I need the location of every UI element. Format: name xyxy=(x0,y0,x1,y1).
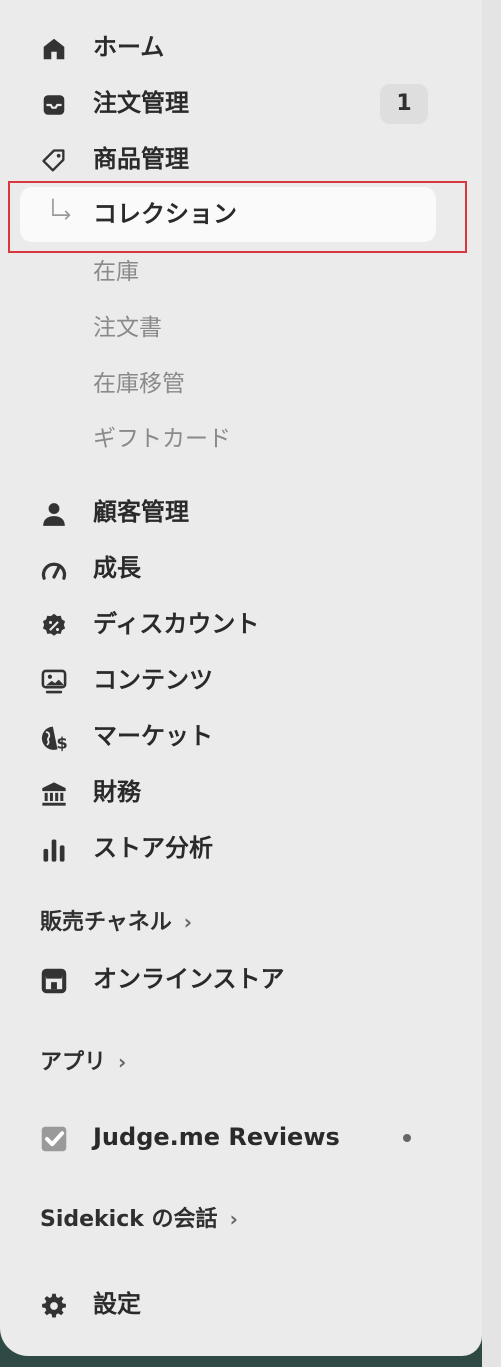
gear-icon xyxy=(40,1292,68,1320)
sales-channels-heading[interactable]: 販売チャネル › xyxy=(40,908,192,937)
nav-item-markets[interactable]: $ マーケット xyxy=(20,712,436,760)
judgeme-logo-icon xyxy=(40,1125,68,1153)
nav-subitem-transfers[interactable]: 在庫移管 xyxy=(93,370,185,398)
nav-item-label: ストア分析 xyxy=(93,834,213,862)
chevron-right-icon: › xyxy=(183,910,193,934)
nav-item-label: ホーム xyxy=(93,33,165,61)
nav-item-label: Judge.me Reviews xyxy=(93,1123,340,1151)
nav-item-analytics[interactable]: ストア分析 xyxy=(20,824,436,872)
discount-badge-icon xyxy=(40,612,68,640)
nav-item-marketing[interactable]: 成長 xyxy=(20,544,436,592)
nav-item-label: 商品管理 xyxy=(93,145,189,173)
person-icon xyxy=(40,500,68,528)
nav-item-orders[interactable]: 注文管理 xyxy=(20,79,436,127)
nav-subitem-purchase-orders[interactable]: 注文書 xyxy=(93,314,162,342)
gauge-icon xyxy=(40,556,68,584)
orders-count-badge: 1 xyxy=(380,84,428,124)
svg-text:$: $ xyxy=(56,734,67,753)
sales-channels-label: 販売チャネル xyxy=(40,910,172,935)
nav-item-label: マーケット xyxy=(93,722,213,750)
nav-item-label: 財務 xyxy=(93,778,141,806)
nav-item-label: 注文管理 xyxy=(93,89,189,117)
globe-dollar-icon: $ xyxy=(40,724,68,752)
nav-subitem-inventory[interactable]: 在庫 xyxy=(93,258,139,286)
nav-item-customers[interactable]: 顧客管理 xyxy=(20,488,436,536)
nav-item-discounts[interactable]: ディスカウント xyxy=(20,600,436,648)
nav-item-label: オンラインストア xyxy=(93,965,285,993)
nav-item-home[interactable]: ホーム xyxy=(20,23,436,71)
apps-heading[interactable]: アプリ › xyxy=(40,1048,126,1077)
chevron-right-icon: › xyxy=(118,1050,127,1074)
nav-item-label: 顧客管理 xyxy=(93,498,189,526)
tag-icon xyxy=(40,147,68,175)
nav-subitem-gift-cards[interactable]: ギフトカード xyxy=(93,425,231,453)
nav-item-label: 設定 xyxy=(93,1290,141,1318)
home-icon xyxy=(40,35,68,63)
sidekick-heading[interactable]: Sidekick の会話 › xyxy=(40,1205,238,1234)
nav-item-label: 成長 xyxy=(93,554,141,582)
apps-label: アプリ xyxy=(40,1050,107,1075)
inbox-icon xyxy=(40,91,68,119)
nav-item-judgeme-app[interactable]: Judge.me Reviews xyxy=(20,1113,436,1161)
nav-item-products[interactable]: 商品管理 xyxy=(20,135,436,183)
nav-item-finance[interactable]: 財務 xyxy=(20,768,436,816)
storefront-icon xyxy=(40,967,68,995)
unread-dot xyxy=(403,1134,411,1142)
chevron-right-icon: › xyxy=(229,1207,238,1231)
nav-item-online-store[interactable]: オンラインストア xyxy=(20,955,436,1003)
nav-item-label: ディスカウント xyxy=(93,610,260,638)
nav-item-settings[interactable]: 設定 xyxy=(20,1280,436,1328)
image-frame-icon xyxy=(40,668,68,696)
bar-chart-icon xyxy=(40,836,68,864)
nav-item-content[interactable]: コンテンツ xyxy=(20,656,436,704)
bank-icon xyxy=(40,780,68,808)
sidekick-label: Sidekick の会話 xyxy=(40,1207,218,1232)
selection-highlight-box xyxy=(8,181,467,253)
right-edge-strip xyxy=(482,0,501,1367)
nav-item-label: コンテンツ xyxy=(93,666,213,694)
